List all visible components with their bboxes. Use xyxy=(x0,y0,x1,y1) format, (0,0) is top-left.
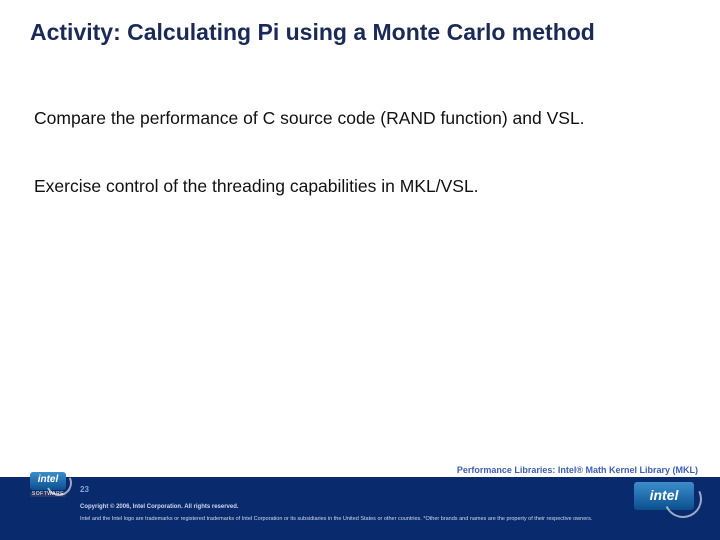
intel-swirl-icon xyxy=(659,475,708,524)
footer-band: 23 Copyright © 2006, Intel Corporation. … xyxy=(0,477,720,540)
copyright-text: Copyright © 2006, Intel Corporation. All… xyxy=(80,504,239,510)
intel-chip-icon: intel xyxy=(634,482,694,510)
intel-chip-icon: intel xyxy=(30,472,66,490)
trademark-text: Intel and the Intel logo are trademarks … xyxy=(80,516,592,522)
slide-number: 23 xyxy=(80,485,89,494)
slide-title: Activity: Calculating Pi using a Monte C… xyxy=(30,18,690,47)
body-paragraph-1: Compare the performance of C source code… xyxy=(34,108,674,130)
intel-logo-large: intel xyxy=(634,482,694,526)
footer-deck-title: Performance Libraries: Intel® Math Kerne… xyxy=(0,465,720,475)
body-paragraph-2: Exercise control of the threading capabi… xyxy=(34,176,674,198)
slide: Activity: Calculating Pi using a Monte C… xyxy=(0,0,720,540)
intel-software-logo-small: intel SOFTWARE xyxy=(30,472,66,500)
